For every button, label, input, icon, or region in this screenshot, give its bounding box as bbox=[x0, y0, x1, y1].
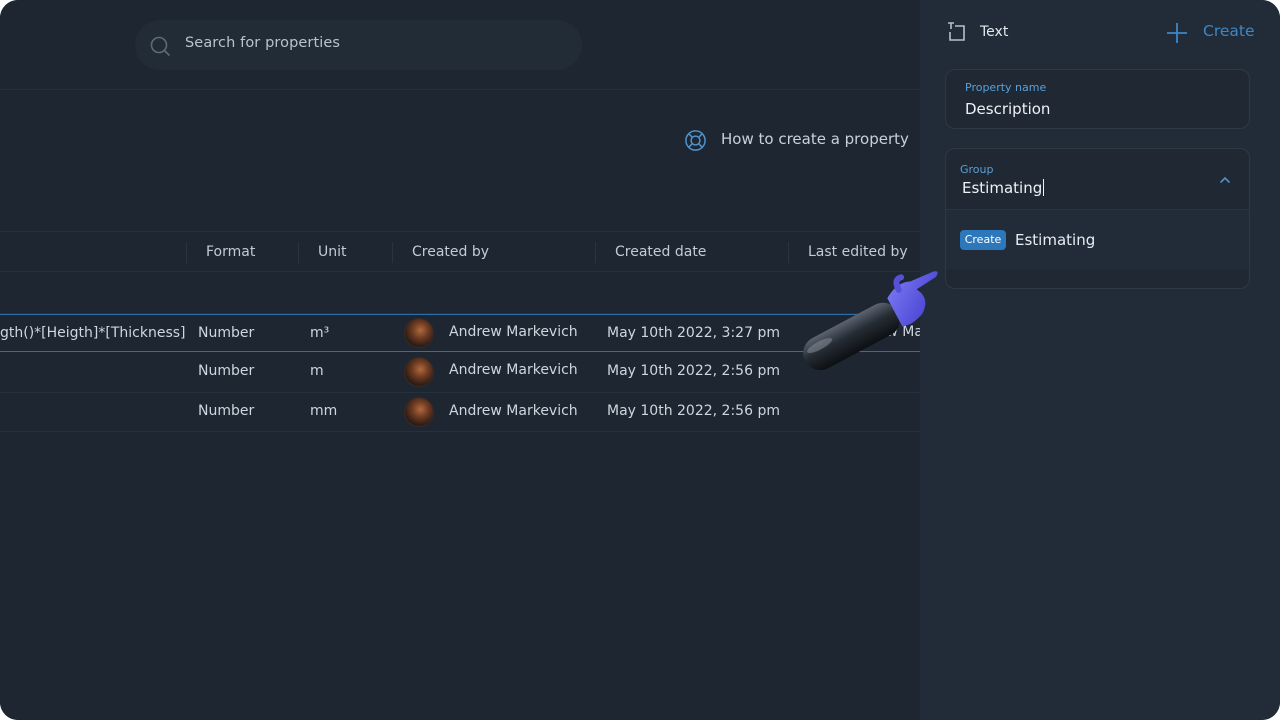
format-cell: Number bbox=[198, 403, 255, 419]
text-type-icon bbox=[948, 22, 965, 41]
created-by-cell: Andrew Markevich bbox=[449, 403, 578, 419]
search-icon bbox=[150, 36, 170, 56]
app-window: Search for properties How to create a pr… bbox=[0, 0, 1280, 720]
formula-cell: gth()*[Heigth]*[Thickness] bbox=[0, 325, 186, 341]
column-header-format[interactable]: Format bbox=[206, 244, 255, 260]
column-separator bbox=[392, 242, 393, 263]
property-name-value[interactable]: Description bbox=[965, 100, 1050, 118]
top-bar: Search for properties bbox=[0, 0, 920, 90]
search-input[interactable]: Search for properties bbox=[135, 20, 582, 70]
avatar bbox=[404, 318, 434, 348]
unit-cell: m³ bbox=[310, 325, 330, 341]
avatar bbox=[404, 357, 434, 387]
text-cursor bbox=[1043, 179, 1045, 196]
created-date-cell: May 10th 2022, 2:56 pm bbox=[607, 403, 780, 419]
property-name-label: Property name bbox=[965, 81, 1047, 94]
create-group-option[interactable]: Create Estimating bbox=[946, 209, 1249, 269]
search-placeholder: Search for properties bbox=[185, 35, 341, 51]
create-label: Create bbox=[1203, 22, 1255, 40]
created-by-cell: Andrew Markevich bbox=[449, 362, 578, 378]
column-header-unit[interactable]: Unit bbox=[318, 244, 347, 260]
created-date-cell: May 10th 2022, 3:27 pm bbox=[607, 325, 780, 341]
table-row[interactable]: Number mm Andrew Markevich May 10th 2022… bbox=[0, 393, 920, 432]
lifebuoy-icon bbox=[685, 130, 706, 151]
panel-header: Text Create bbox=[920, 0, 1280, 62]
unit-cell: mm bbox=[310, 403, 338, 419]
chevron-up-icon[interactable] bbox=[1218, 173, 1232, 187]
column-separator bbox=[298, 242, 299, 263]
plus-icon bbox=[1167, 23, 1187, 43]
avatar bbox=[404, 397, 434, 427]
unit-cell: m bbox=[310, 363, 324, 379]
option-label: Estimating bbox=[1015, 231, 1096, 249]
property-editor-panel: Text Create Property name Description Gr… bbox=[920, 0, 1280, 720]
hand-pointer-icon bbox=[803, 271, 938, 370]
group-label: Group bbox=[960, 163, 994, 176]
column-header-created-by[interactable]: Created by bbox=[412, 244, 489, 260]
how-to-label: How to create a property bbox=[721, 130, 909, 148]
column-separator bbox=[186, 242, 187, 263]
group-combobox[interactable]: Group Estimating Create Estimating bbox=[945, 148, 1250, 289]
column-header-created-date[interactable]: Created date bbox=[615, 244, 706, 260]
column-separator bbox=[595, 242, 596, 263]
property-type-label: Text bbox=[980, 24, 1009, 40]
created-by-cell: Andrew Markevich bbox=[449, 324, 578, 340]
create-badge: Create bbox=[960, 230, 1006, 250]
format-cell: Number bbox=[198, 363, 255, 379]
property-name-field[interactable]: Property name Description bbox=[945, 69, 1250, 129]
group-input[interactable]: Estimating bbox=[962, 179, 1045, 197]
created-date-cell: May 10th 2022, 2:56 pm bbox=[607, 363, 780, 379]
format-cell: Number bbox=[198, 325, 255, 341]
group-input-text: Estimating bbox=[962, 179, 1043, 197]
